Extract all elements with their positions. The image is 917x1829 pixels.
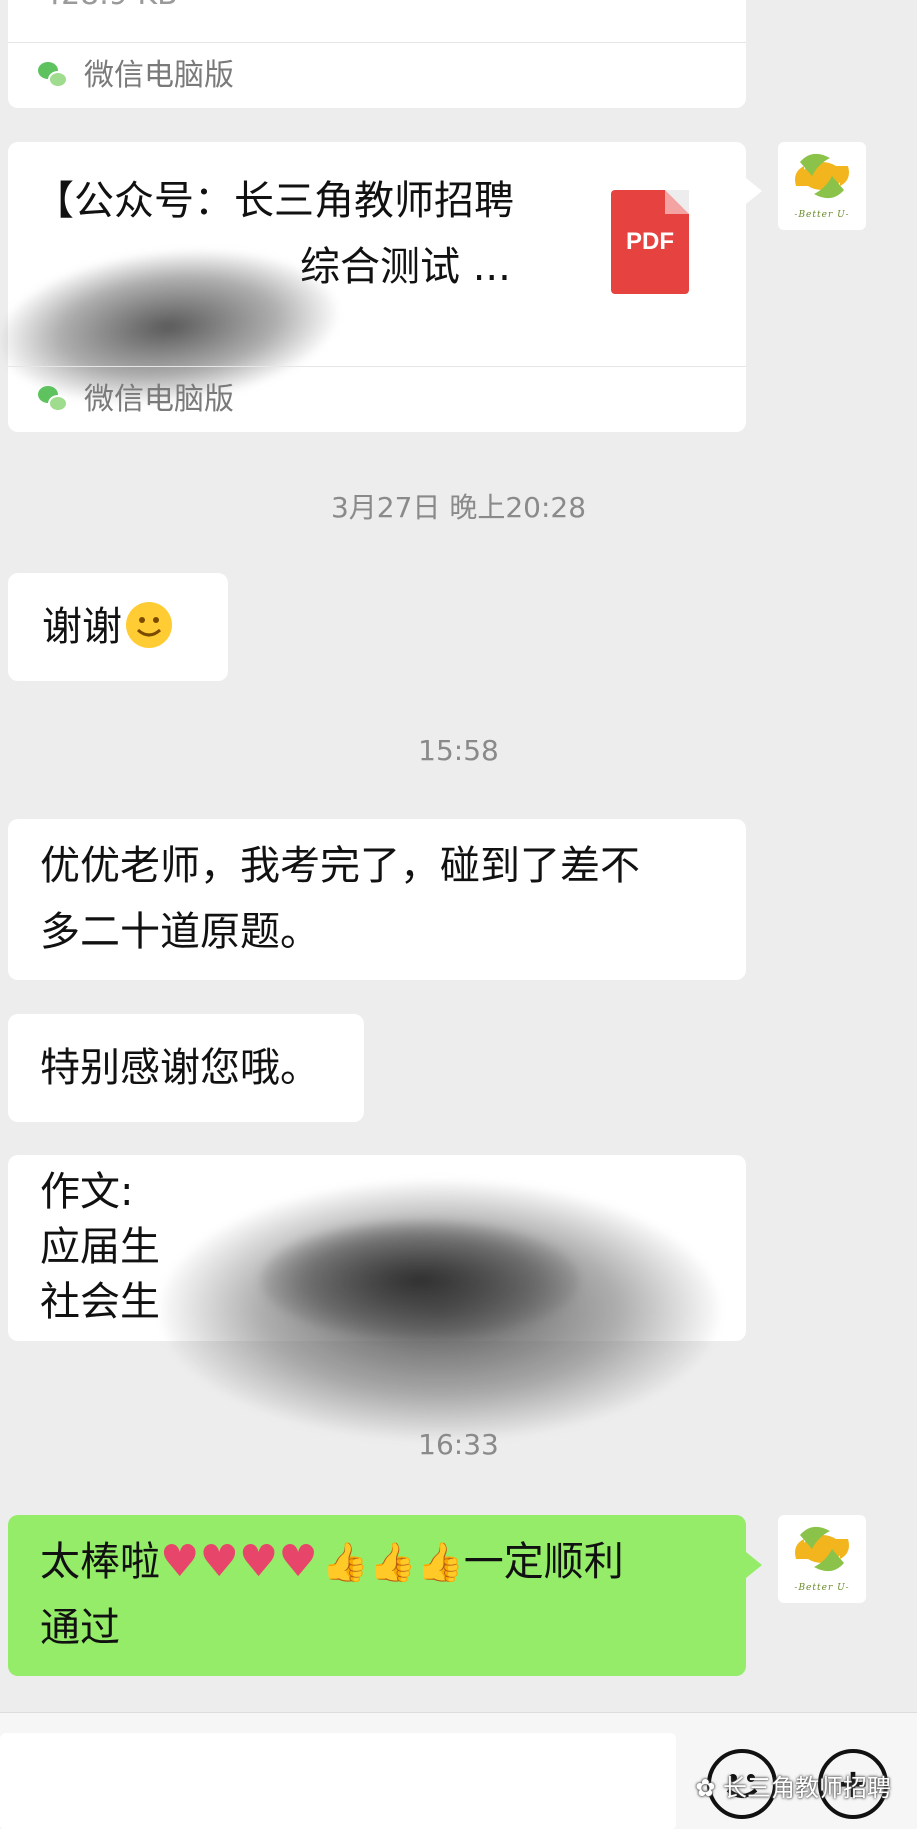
file-title-line2: 综合测试 ...	[300, 244, 511, 290]
heart-emoji: ♥	[199, 1536, 239, 1587]
bubble-tail	[746, 178, 762, 204]
file-card-top[interactable]: 428.9 KB 微信电脑版	[8, 0, 746, 108]
logo-icon	[795, 1526, 849, 1572]
avatar-caption: -Better U-	[794, 210, 850, 220]
wechat-pc-icon	[38, 61, 70, 90]
message-text: 谢谢	[42, 604, 122, 650]
message-input[interactable]	[0, 1733, 676, 1829]
watermark: ✿ 长三角教师招聘	[695, 1768, 891, 1803]
card-source-label: 微信电脑版	[84, 381, 234, 417]
timestamp: 3月27日 晚上20:28	[330, 491, 587, 524]
file-card-pdf[interactable]: 【公众号：长三角教师招聘 综合测试 ... PDF 微信电脑版	[0, 142, 746, 432]
bubble-tail	[746, 1552, 762, 1578]
message-text-line1: 太棒啦 ♥ ♥ ♥ ♥ 👍 👍 👍 一定顺利	[40, 1529, 746, 1595]
thumbs-up-emoji: 👍	[321, 1540, 370, 1584]
redaction-smear	[260, 1220, 580, 1340]
file-size: 428.9 KB	[42, 0, 178, 10]
message-text-line2: 通过	[40, 1605, 120, 1651]
card-source: 微信电脑版	[8, 366, 746, 432]
message-bubble[interactable]: 优优老师，我考完了，碰到了差不 多二十道原题。	[8, 819, 746, 980]
logo-icon	[795, 153, 849, 199]
avatar[interactable]: -Better U-	[778, 1515, 866, 1603]
thumbs-up-emoji: 👍	[369, 1540, 417, 1584]
timestamp: 15:58	[418, 734, 499, 767]
message-text: 特别感谢您哦。	[40, 1045, 320, 1091]
card-source: 微信电脑版	[8, 42, 746, 108]
timestamp: 16:33	[418, 1428, 499, 1461]
message-bubble[interactable]: 谢谢	[8, 573, 228, 681]
thumbs-up-emoji: 👍	[416, 1540, 464, 1584]
pdf-label: PDF	[626, 228, 674, 255]
message-text-line1: 优优老师，我考完了，碰到了差不	[40, 843, 640, 889]
heart-emoji: ♥	[160, 1536, 200, 1587]
reply-suffix: 一定顺利	[463, 1539, 624, 1585]
reply-prefix: 太棒啦	[40, 1539, 160, 1585]
message-bubble-self[interactable]: 太棒啦 ♥ ♥ ♥ ♥ 👍 👍 👍 一定顺利 通过	[8, 1515, 746, 1676]
wechat-pc-icon	[38, 385, 70, 414]
message-bubble[interactable]: 特别感谢您哦。	[8, 1014, 364, 1122]
message-text-line2: 多二十道原题。	[40, 909, 320, 955]
heart-emoji: ♥	[278, 1536, 318, 1587]
smile-emoji	[126, 602, 172, 648]
avatar-caption: -Better U-	[794, 1583, 850, 1593]
heart-emoji: ♥	[238, 1536, 279, 1587]
avatar[interactable]: -Better U-	[778, 142, 866, 230]
card-source-label: 微信电脑版	[84, 57, 234, 93]
pdf-file-icon: PDF	[611, 190, 689, 294]
watermark-icon: ✿	[695, 1774, 716, 1802]
watermark-text: 长三角教师招聘	[723, 1774, 891, 1802]
file-title-line1: 【公众号：长三角教师招聘	[34, 178, 514, 224]
